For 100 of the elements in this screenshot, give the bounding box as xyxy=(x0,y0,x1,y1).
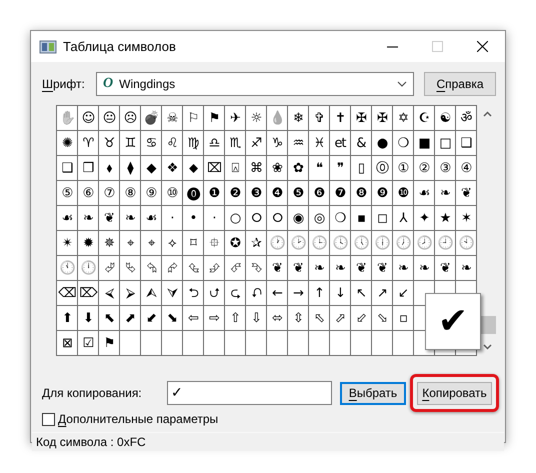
copy-button[interactable]: Копировать xyxy=(417,382,492,404)
symbol-cell[interactable]: ⌘ xyxy=(246,156,267,181)
symbol-cell[interactable]: ★ xyxy=(435,206,456,231)
advanced-checkbox[interactable] xyxy=(42,412,55,426)
symbol-cell[interactable]: ✪ xyxy=(225,231,246,256)
symbol-cell[interactable]: ✡ xyxy=(393,106,414,131)
symbol-cell[interactable]: ⮰ xyxy=(99,256,120,281)
symbol-cell[interactable]: ◉ xyxy=(288,206,309,231)
symbol-cell[interactable]: ② xyxy=(414,156,435,181)
symbol-cell[interactable]: ⬂ xyxy=(372,306,393,331)
symbol-cell[interactable]: ⮍ xyxy=(204,281,225,306)
symbol-cell[interactable]: ⑥ xyxy=(78,181,99,206)
symbol-cell[interactable]: ❾ xyxy=(372,181,393,206)
symbol-cell[interactable]: ● xyxy=(372,131,393,156)
symbol-cell[interactable]: ❧ xyxy=(393,256,414,281)
symbol-cell[interactable]: ■ xyxy=(414,131,435,156)
symbol-cell[interactable]: ❦ xyxy=(288,256,309,281)
symbol-cell[interactable]: ❼ xyxy=(330,181,351,206)
chevron-down-icon[interactable] xyxy=(483,344,492,350)
symbol-cell[interactable]: ▯ xyxy=(351,156,372,181)
symbol-cell[interactable]: ☑ xyxy=(78,331,99,356)
symbol-cell[interactable]: ▫ xyxy=(393,306,414,331)
symbol-cell[interactable]: ☙ xyxy=(414,181,435,206)
symbol-cell[interactable]: ❶ xyxy=(204,181,225,206)
symbol-cell[interactable]: ❿ xyxy=(393,181,414,206)
symbol-cell[interactable]: ⬄ xyxy=(267,306,288,331)
symbol-cell[interactable]: ♒ xyxy=(288,131,309,156)
symbol-cell[interactable]: ☠ xyxy=(162,106,183,131)
symbol-cell[interactable]: ⌑ xyxy=(183,231,204,256)
symbol-cell[interactable]: ① xyxy=(393,156,414,181)
symbol-cell[interactable]: ⬊ xyxy=(162,306,183,331)
symbol-cell[interactable]: ↓ xyxy=(330,281,351,306)
symbol-cell[interactable]: ❧ xyxy=(78,206,99,231)
symbol-cell[interactable]: ⭘ xyxy=(267,206,288,231)
symbol-cell[interactable]: ⮵ xyxy=(204,256,225,281)
symbol-cell[interactable]: ❸ xyxy=(246,181,267,206)
symbol-cell[interactable]: ❺ xyxy=(288,181,309,206)
symbol-cell[interactable]: ❖ xyxy=(162,156,183,181)
symbol-cell[interactable]: ⇨ xyxy=(204,306,225,331)
symbol-cell[interactable]: ♈ xyxy=(78,131,99,156)
symbol-cell[interactable]: ⬁ xyxy=(309,306,330,331)
symbol-cell[interactable]: ⊠ xyxy=(57,331,78,356)
symbol-cell[interactable]: ☹ xyxy=(120,106,141,131)
symbol-cell[interactable]: ♉ xyxy=(99,131,120,156)
symbol-cell[interactable]: ☪ xyxy=(414,106,435,131)
symbol-cell[interactable]: ♏ xyxy=(225,131,246,156)
symbol-cell[interactable]: ↙ xyxy=(393,281,414,306)
symbol-cell[interactable]: ⌧ xyxy=(204,156,225,181)
symbol-cell[interactable]: ⬋ xyxy=(141,306,162,331)
symbol-cell[interactable]: ⌫ xyxy=(57,281,78,306)
symbol-cell[interactable]: ☺ xyxy=(78,106,99,131)
symbol-cell[interactable]: 🕓 xyxy=(330,231,351,256)
symbol-cell[interactable]: ✺ xyxy=(57,131,78,156)
symbol-cell[interactable]: ⚐ xyxy=(183,106,204,131)
symbol-cell[interactable]: 💧 xyxy=(267,106,288,131)
symbol-cell[interactable]: ⓿ xyxy=(183,181,204,206)
symbol-cell[interactable]: ❧ xyxy=(330,256,351,281)
symbol-cell[interactable]: ✴ xyxy=(57,231,78,256)
symbol-cell[interactable]: ♓ xyxy=(309,131,330,156)
chevron-up-icon[interactable] xyxy=(483,111,492,117)
symbol-cell[interactable]: ❍ xyxy=(330,206,351,231)
symbol-cell[interactable]: ⇩ xyxy=(246,306,267,331)
symbol-cell[interactable]: ❞ xyxy=(330,156,351,181)
symbol-cell[interactable]: ⯐ xyxy=(204,231,225,256)
symbol-cell[interactable]: ✵ xyxy=(99,231,120,256)
symbol-cell[interactable]: ✝ xyxy=(330,106,351,131)
symbol-cell[interactable]: ⮴ xyxy=(183,256,204,281)
symbol-cell[interactable]: · xyxy=(204,206,225,231)
symbol-cell[interactable]: ⑤ xyxy=(57,181,78,206)
symbol-cell[interactable]: ✹ xyxy=(78,231,99,256)
symbol-cell[interactable]: ⌦ xyxy=(78,281,99,306)
symbol-cell[interactable]: ❒ xyxy=(78,156,99,181)
symbol-cell[interactable]: ❝ xyxy=(309,156,330,181)
symbol-cell[interactable]: ❹ xyxy=(267,181,288,206)
symbol-cell[interactable]: ⬉ xyxy=(99,306,120,331)
symbol-cell[interactable]: 🕘 xyxy=(435,231,456,256)
symbol-cell[interactable]: ⇳ xyxy=(288,306,309,331)
symbol-cell[interactable]: ⍓ xyxy=(225,156,246,181)
symbol-cell[interactable]: ⮏ xyxy=(246,281,267,306)
symbol-cell[interactable]: & xyxy=(351,131,372,156)
symbol-cell[interactable]: ❧ xyxy=(414,256,435,281)
symbol-cell[interactable]: ⚑ xyxy=(204,106,225,131)
symbol-cell[interactable]: ◆ xyxy=(141,156,162,181)
symbol-cell[interactable]: ⬥ xyxy=(183,156,204,181)
symbol-cell[interactable]: ❦ xyxy=(351,256,372,281)
symbol-cell[interactable]: ⑦ xyxy=(99,181,120,206)
copy-input[interactable]: ✓ xyxy=(167,381,332,405)
symbol-cell[interactable]: ↖ xyxy=(351,281,372,306)
symbol-cell[interactable]: ✰ xyxy=(246,231,267,256)
symbol-cell[interactable]: ♌ xyxy=(162,131,183,156)
symbol-cell[interactable]: ↑ xyxy=(309,281,330,306)
symbol-cell[interactable]: 🕒 xyxy=(309,231,330,256)
advanced-label[interactable]: Дополнительные параметры xyxy=(58,410,218,428)
symbol-cell[interactable]: ✠ xyxy=(351,106,372,131)
symbol-cell[interactable]: ⮛ xyxy=(162,281,183,306)
symbol-cell[interactable]: ⮳ xyxy=(162,256,183,281)
help-button[interactable]: Справка xyxy=(424,72,496,96)
symbol-cell[interactable]: • xyxy=(183,206,204,231)
symbol-cell[interactable]: ⮌ xyxy=(183,281,204,306)
symbol-cell[interactable]: 🕖 xyxy=(393,231,414,256)
